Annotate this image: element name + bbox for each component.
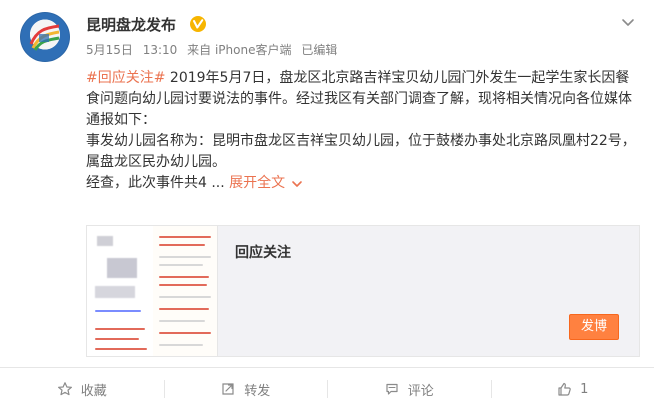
- thumbnail-line: [159, 256, 211, 258]
- thumbnail-line: [95, 328, 145, 330]
- author-name[interactable]: 昆明盘龙发布: [86, 14, 176, 35]
- link-card-title[interactable]: 回应关注: [235, 242, 291, 262]
- comment-label: 评论: [408, 380, 434, 399]
- repost-action[interactable]: 转发: [164, 368, 328, 410]
- thumbnail-line: [159, 332, 211, 334]
- thumbnail-doc-right: [153, 226, 217, 356]
- thumbnail-line: [95, 310, 141, 312]
- post-meta: 5月15日 13:10 来自 iPhone客户端 已编辑: [86, 41, 343, 58]
- avatar[interactable]: [20, 12, 70, 62]
- favorite-label: 收藏: [81, 380, 107, 399]
- comment-icon: [384, 381, 400, 397]
- like-count: 1: [580, 382, 588, 397]
- thumbnail-line: [159, 344, 203, 346]
- post-paragraph-1: #回应关注# 2019年5月7日，盘龙区北京路吉祥宝贝幼儿园门外发生一起学生家长…: [86, 68, 638, 131]
- thumbnail-line: [159, 264, 203, 266]
- favorite-action[interactable]: 收藏: [0, 368, 164, 410]
- chevron-down-icon: [291, 178, 303, 190]
- post-actions-bar: 收藏 转发 评论 1: [0, 367, 654, 410]
- edited-label[interactable]: 已编辑: [301, 43, 337, 57]
- hashtag-link[interactable]: #回应关注#: [86, 70, 165, 86]
- repost-label: 转发: [244, 380, 270, 399]
- thumbnail-blur: [95, 286, 135, 298]
- expand-full-text[interactable]: 展开全文: [229, 173, 303, 194]
- comment-action[interactable]: 评论: [327, 368, 491, 410]
- star-icon: [57, 381, 73, 397]
- thumbs-up-icon: [556, 381, 572, 397]
- verified-badge-icon: [189, 15, 207, 33]
- thumbnail-line: [95, 338, 139, 340]
- post-paragraph-1-text: 2019年5月7日，盘龙区北京路吉祥宝贝幼儿园门外发生一起学生家长因餐食问题向幼…: [86, 70, 632, 128]
- thumbnail-line: [159, 236, 211, 238]
- link-preview-card[interactable]: 回应关注 发博: [86, 225, 640, 357]
- thumbnail-line: [95, 348, 147, 350]
- post-paragraph-2: 事发幼儿园名称为：昆明市盘龙区吉祥宝贝幼儿园，位于鼓楼办事处北京路凤凰村22号，…: [86, 131, 638, 173]
- avatar-logo-icon: [29, 22, 61, 52]
- thumbnail-blur: [97, 236, 113, 246]
- chevron-down-icon[interactable]: [620, 14, 636, 30]
- thumbnail-line: [159, 320, 205, 322]
- post-time[interactable]: 13:10: [143, 43, 178, 57]
- share-icon: [220, 381, 236, 397]
- post-paragraph-3: 经查，此次事件共4 ... 展开全文: [86, 173, 638, 194]
- post-text: #回应关注# 2019年5月7日，盘龙区北京路吉祥宝贝幼儿园门外发生一起学生家长…: [86, 68, 638, 194]
- post-button[interactable]: 发博: [569, 314, 619, 340]
- link-preview-thumbnail: [87, 226, 218, 356]
- thumbnail-line: [159, 276, 209, 278]
- post-paragraph-3-start: 经查，此次事件共4 ...: [86, 175, 229, 191]
- post-source: 来自 iPhone客户端: [187, 43, 291, 57]
- thumbnail-line: [159, 296, 211, 298]
- weibo-post-card: 昆明盘龙发布 5月15日 13:10 来自 iPhone客户端 已编辑 #回应关…: [0, 0, 654, 409]
- thumbnail-doc-left: [87, 226, 151, 356]
- thumbnail-line: [159, 284, 207, 286]
- like-action[interactable]: 1: [491, 368, 654, 410]
- thumbnail-blur: [107, 258, 137, 278]
- expand-label: 展开全文: [229, 173, 285, 194]
- thumbnail-line: [159, 308, 209, 310]
- thumbnail-line: [159, 244, 205, 246]
- post-date[interactable]: 5月15日: [86, 43, 133, 57]
